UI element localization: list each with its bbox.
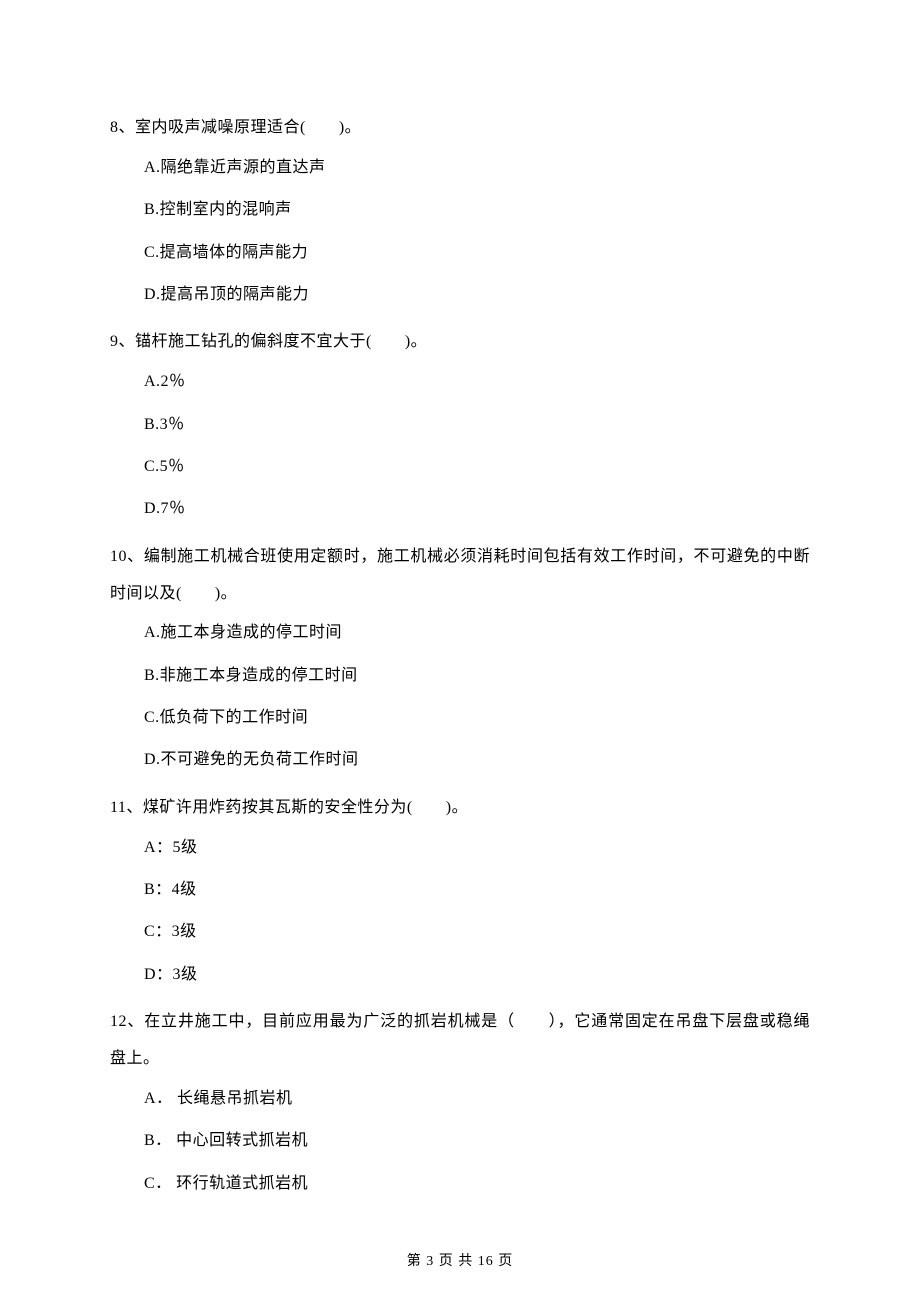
option-a: A.2％ xyxy=(144,361,810,403)
question-stem: 12、在立井施工中，目前应用最为广泛的抓岩机械是（ ），它通常固定在吊盘下层盘或… xyxy=(110,1004,810,1078)
option-b: B：4级 xyxy=(144,869,810,911)
page-footer: 第 3 页 共 16 页 xyxy=(0,1250,920,1270)
options-group: A.施工本身造成的停工时间 B.非施工本身造成的停工时间 C.低负荷下的工作时间… xyxy=(110,612,810,782)
option-d: D.提高吊顶的隔声能力 xyxy=(144,274,810,316)
options-group: A.隔绝靠近声源的直达声 B.控制室内的混响声 C.提高墙体的隔声能力 D.提高… xyxy=(110,147,810,317)
option-c: C.5％ xyxy=(144,446,810,488)
options-group: A． 长绳悬吊抓岩机 B． 中心回转式抓岩机 C． 环行轨道式抓岩机 xyxy=(110,1078,810,1205)
option-a: A． 长绳悬吊抓岩机 xyxy=(144,1078,810,1120)
question-9: 9、锚杆施工钻孔的偏斜度不宜大于( )。 A.2％ B.3％ C.5％ D.7％ xyxy=(110,324,810,530)
option-d: D：3级 xyxy=(144,954,810,996)
question-stem: 11、煤矿许用炸药按其瓦斯的安全性分为( )。 xyxy=(110,790,810,827)
option-a: A.施工本身造成的停工时间 xyxy=(144,612,810,654)
question-11: 11、煤矿许用炸药按其瓦斯的安全性分为( )。 A：5级 B：4级 C：3级 D… xyxy=(110,790,810,996)
question-stem: 8、室内吸声减噪原理适合( )。 xyxy=(110,110,810,147)
option-b: B.非施工本身造成的停工时间 xyxy=(144,655,810,697)
option-b: B.3％ xyxy=(144,404,810,446)
option-b: B.控制室内的混响声 xyxy=(144,189,810,231)
page-content: 8、室内吸声减噪原理适合( )。 A.隔绝靠近声源的直达声 B.控制室内的混响声… xyxy=(0,0,920,1205)
options-group: A：5级 B：4级 C：3级 D：3级 xyxy=(110,827,810,997)
question-stem: 9、锚杆施工钻孔的偏斜度不宜大于( )。 xyxy=(110,324,810,361)
option-d: D.不可避免的无负荷工作时间 xyxy=(144,739,810,781)
option-a: A：5级 xyxy=(144,827,810,869)
option-c: C.低负荷下的工作时间 xyxy=(144,697,810,739)
option-a: A.隔绝靠近声源的直达声 xyxy=(144,147,810,189)
options-group: A.2％ B.3％ C.5％ D.7％ xyxy=(110,361,810,531)
question-10: 10、编制施工机械合班使用定额时，施工机械必须消耗时间包括有效工作时间，不可避免… xyxy=(110,539,810,782)
question-stem: 10、编制施工机械合班使用定额时，施工机械必须消耗时间包括有效工作时间，不可避免… xyxy=(110,539,810,613)
option-b: B． 中心回转式抓岩机 xyxy=(144,1120,810,1162)
option-c: C.提高墙体的隔声能力 xyxy=(144,232,810,274)
question-8: 8、室内吸声减噪原理适合( )。 A.隔绝靠近声源的直达声 B.控制室内的混响声… xyxy=(110,110,810,316)
option-c: C：3级 xyxy=(144,911,810,953)
option-c: C． 环行轨道式抓岩机 xyxy=(144,1163,810,1205)
option-d: D.7％ xyxy=(144,488,810,530)
question-12: 12、在立井施工中，目前应用最为广泛的抓岩机械是（ ），它通常固定在吊盘下层盘或… xyxy=(110,1004,810,1205)
